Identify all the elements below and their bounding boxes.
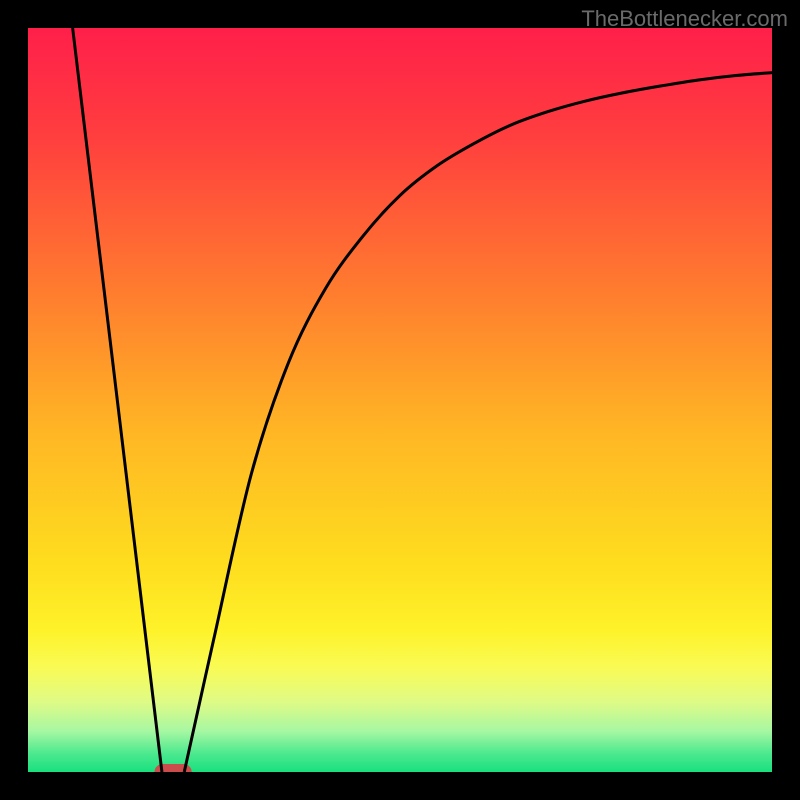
plot-background: [28, 28, 772, 772]
chart-svg: [0, 0, 800, 800]
bottleneck-chart: [0, 0, 800, 800]
watermark-text: TheBottlenecker.com: [581, 6, 788, 32]
